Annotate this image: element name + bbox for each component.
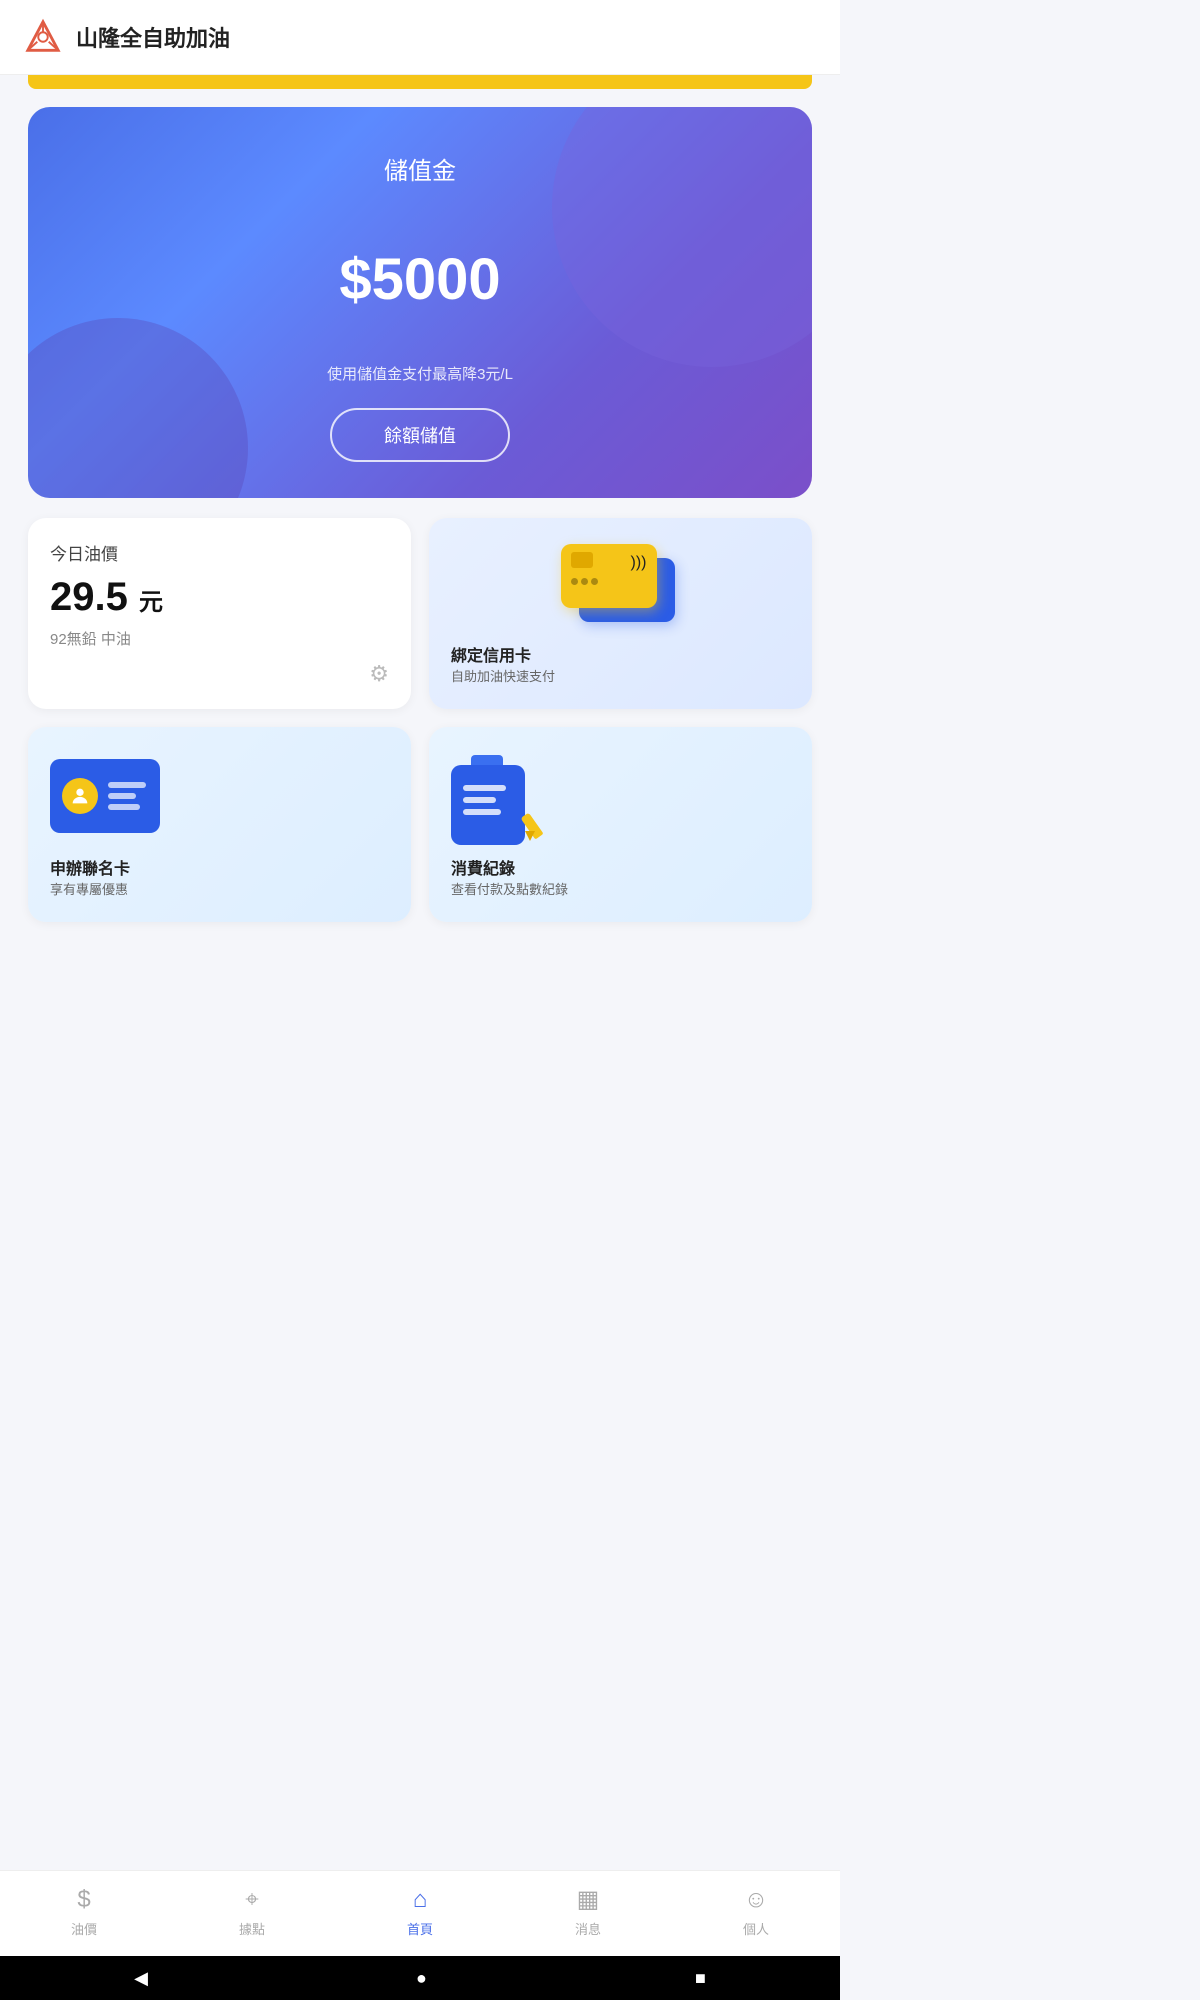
person-nav-icon: ☺ [744, 1886, 769, 1914]
gear-icon[interactable]: ⚙ [369, 661, 389, 687]
clipboard-icon [451, 755, 541, 845]
nav-item-home[interactable]: ⌂ 首頁 [336, 1886, 504, 1938]
id-line [108, 782, 146, 788]
card-dot [591, 578, 598, 585]
home-icon: ⌂ [413, 1886, 428, 1914]
nav-item-profile[interactable]: ☺ 個人 [672, 1886, 840, 1938]
member-icon-wrap [50, 749, 389, 845]
android-nav-bar: ◀ ● ■ [0, 1956, 840, 2000]
records-sub: 查看付款及點數紀錄 [451, 879, 790, 898]
credit-card-sub: 自助加油快速支付 [451, 666, 555, 685]
nav-label-home: 首頁 [407, 1919, 433, 1938]
card-dot [581, 578, 588, 585]
records-title: 消費紀錄 [451, 855, 790, 879]
card-wifi-icon: ))) [631, 554, 647, 572]
balance-card: 儲值金 $5000 使用儲值金支付最高降3元/L 餘額儲值 [28, 107, 812, 498]
card-front: ))) [561, 544, 657, 608]
person-icon [69, 785, 91, 807]
main-content: 儲值金 $5000 使用儲值金支付最高降3元/L 餘額儲值 今日油價 29.5 … [0, 89, 840, 2000]
records-icon-wrap [451, 749, 790, 845]
nav-label-messages: 消息 [575, 1919, 601, 1938]
oil-price-sub: 92無鉛 中油 [50, 628, 389, 649]
balance-hint: 使用儲值金支付最高降3元/L [327, 363, 513, 384]
app-title: 山隆全自助加油 [76, 21, 230, 53]
credit-card-icon-wrap: ))) [451, 534, 790, 634]
app-logo [24, 18, 62, 56]
member-card[interactable]: 申辦聯名卡 享有專屬優惠 [28, 727, 411, 922]
nav-label-locations: 據點 [239, 1919, 265, 1938]
clip-line [463, 797, 496, 803]
nav-item-locations[interactable]: ⌖ 據點 [168, 1886, 336, 1938]
balance-topup-button[interactable]: 餘額儲值 [330, 408, 510, 462]
oil-price-card: 今日油價 29.5 元 92無鉛 中油 ⚙ [28, 518, 411, 709]
credit-card-bind[interactable]: ))) 綁定信用卡 自助加油快速支付 [429, 518, 812, 709]
nav-item-oil-price[interactable]: $ 油價 [0, 1886, 168, 1938]
clip-line [463, 785, 506, 791]
recents-button[interactable]: ■ [695, 1968, 706, 1989]
dollar-icon: $ [77, 1886, 90, 1914]
id-card-icon [50, 759, 160, 833]
card-chip-icon [571, 552, 593, 568]
oil-price-label: 今日油價 [50, 540, 389, 565]
card-dots [571, 578, 647, 585]
grid-section: 今日油價 29.5 元 92無鉛 中油 ⚙ [28, 518, 812, 922]
clip-line [463, 809, 501, 815]
oil-price-unit: 元 [139, 589, 163, 616]
card-dot [571, 578, 578, 585]
nav-label-oil-price: 油價 [71, 1919, 97, 1938]
nav-label-profile: 個人 [743, 1919, 769, 1938]
location-icon: ⌖ [245, 1886, 259, 1914]
id-lines [108, 782, 146, 810]
member-card-title: 申辦聯名卡 [50, 855, 389, 879]
records-card[interactable]: 消費紀錄 查看付款及點數紀錄 [429, 727, 812, 922]
bottom-nav: $ 油價 ⌖ 據點 ⌂ 首頁 ▦ 消息 ☺ 個人 [0, 1870, 840, 1956]
balance-amount: $5000 [339, 246, 500, 313]
back-button[interactable]: ◀ [134, 1968, 148, 1989]
nav-item-messages[interactable]: ▦ 消息 [504, 1885, 672, 1938]
oil-price-value: 29.5 元 [50, 575, 389, 620]
credit-card-title: 綁定信用卡 [451, 642, 531, 666]
home-button[interactable]: ● [416, 1968, 427, 1989]
id-line [108, 804, 140, 810]
pen-icon [511, 809, 545, 843]
id-line [108, 793, 136, 799]
header: 山隆全自助加油 [0, 0, 840, 75]
pen-tip-icon [525, 831, 535, 841]
balance-label: 儲值金 [384, 151, 456, 186]
member-card-sub: 享有專屬優惠 [50, 879, 389, 898]
id-avatar-icon [62, 778, 98, 814]
card-icon-stack: ))) [561, 544, 681, 634]
yellow-stripe [28, 75, 812, 89]
message-icon: ▦ [577, 1885, 600, 1914]
